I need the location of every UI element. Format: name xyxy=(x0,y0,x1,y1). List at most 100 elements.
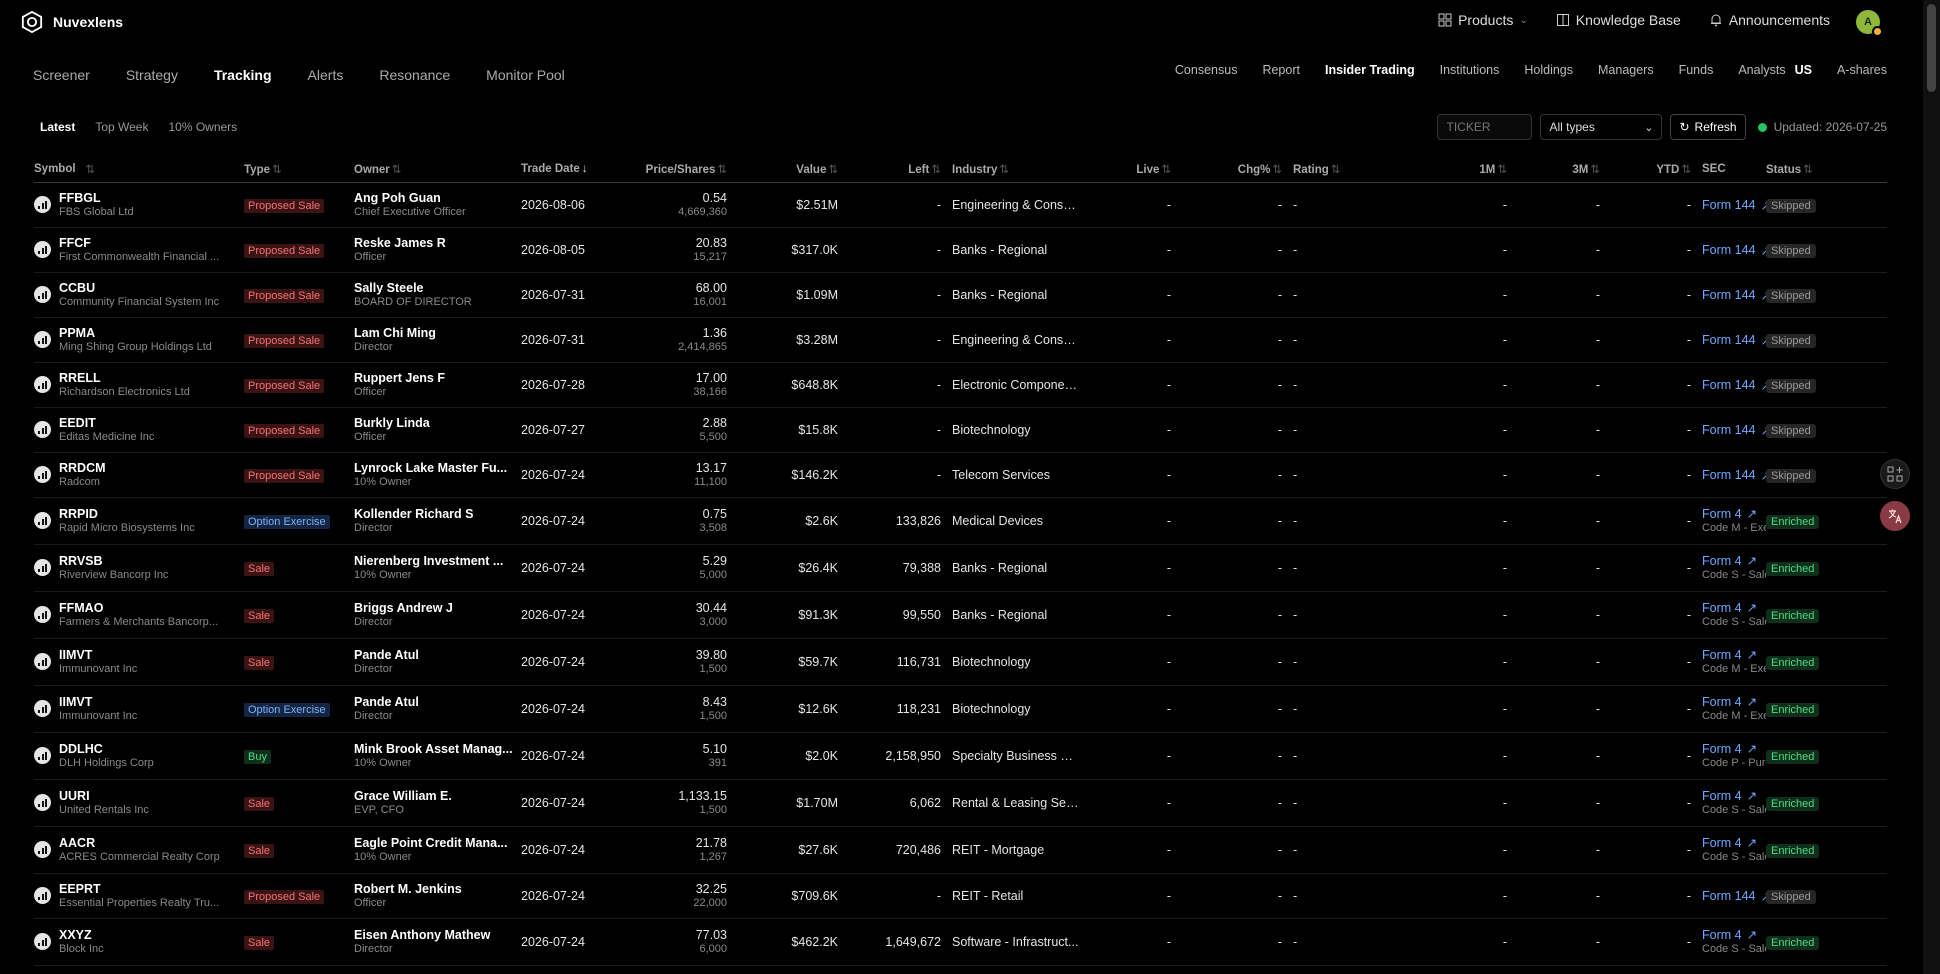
ticker-symbol[interactable]: RRDCM xyxy=(59,461,106,475)
ticker-symbol[interactable]: CCBU xyxy=(59,281,219,295)
owner-name[interactable]: Grace William E. xyxy=(354,789,521,803)
sec-form-link[interactable]: Form 144↗ xyxy=(1702,288,1766,303)
owner-name[interactable]: Pande Atul xyxy=(354,648,521,662)
col-value[interactable]: Value ⇅ xyxy=(727,162,838,176)
user-avatar[interactable]: A xyxy=(1856,10,1883,37)
ticker-symbol[interactable]: RRVSB xyxy=(59,554,168,568)
col-type[interactable]: Type ⇅ xyxy=(244,162,354,176)
sec-form-link[interactable]: Form 4 ↗ xyxy=(1702,601,1766,615)
subtab-insider-trading[interactable]: Insider Trading xyxy=(1325,63,1415,77)
table-row[interactable]: FFMAO Farmers & Merchants Bancorp... Sale… xyxy=(34,592,1887,639)
app-logo[interactable]: Nuvexlens xyxy=(21,11,123,33)
col-industry[interactable]: Industry ⇅ xyxy=(941,162,1079,176)
symbol-cell[interactable]: XXYZ Block Inc xyxy=(34,928,244,956)
symbol-cell[interactable]: PPMA Ming Shing Group Holdings Ltd xyxy=(34,326,244,354)
tab-alerts[interactable]: Alerts xyxy=(308,67,344,83)
ticker-symbol[interactable]: IIMVT xyxy=(59,695,137,709)
sec-form-link[interactable]: Form 144↗ xyxy=(1702,378,1766,393)
table-row[interactable]: IIMVT Immunovant Inc Option Exercise Pand… xyxy=(34,686,1887,733)
col-status[interactable]: Status ⇅ xyxy=(1766,162,1846,176)
owner-name[interactable]: Burkly Linda xyxy=(354,416,521,430)
col-price-shares[interactable]: Price/Shares ⇅ xyxy=(631,162,727,176)
subtab-report[interactable]: Report xyxy=(1262,63,1300,77)
col-1m[interactable]: 1M ⇅ xyxy=(1442,162,1507,176)
owner-name[interactable]: Ang Poh Guan xyxy=(354,191,521,205)
market-us[interactable]: US xyxy=(1795,63,1812,77)
col-trade-date[interactable]: Trade Date ↓ xyxy=(521,163,631,175)
sec-form-link[interactable]: Form 4 ↗ xyxy=(1702,836,1766,850)
ticker-symbol[interactable]: XXYZ xyxy=(59,928,104,942)
ticker-symbol[interactable]: IIMVT xyxy=(59,648,137,662)
symbol-cell[interactable]: EEPRT Essential Properties Realty Tru... xyxy=(34,882,244,910)
col-left[interactable]: Left ⇅ xyxy=(838,162,941,176)
table-row[interactable]: EEDIT Editas Medicine Inc Proposed Sale B… xyxy=(34,408,1887,453)
subtab-managers[interactable]: Managers xyxy=(1598,63,1654,77)
announcements-link[interactable]: Announcements xyxy=(1709,12,1830,28)
table-row[interactable]: FFBGL FBS Global Ltd Proposed Sale Ang Po… xyxy=(34,183,1887,228)
filter-latest[interactable]: Latest xyxy=(40,120,75,134)
table-row[interactable]: RRPID Rapid Micro Biosystems Inc Option E… xyxy=(34,498,1887,545)
table-row[interactable]: CCBU Community Financial System Inc Propo… xyxy=(34,273,1887,318)
owner-name[interactable]: Lynrock Lake Master Fu... xyxy=(354,461,521,475)
symbol-cell[interactable]: IIMVT Immunovant Inc xyxy=(34,695,244,723)
ticker-symbol[interactable]: FFMAO xyxy=(59,601,218,615)
sec-form-link[interactable]: Form 144↗ xyxy=(1702,243,1766,258)
subtab-institutions[interactable]: Institutions xyxy=(1440,63,1500,77)
table-row[interactable]: IIMVT Immunovant Inc Sale Pande Atul Direc… xyxy=(34,639,1887,686)
symbol-cell[interactable]: AACR ACRES Commercial Realty Corp xyxy=(34,836,244,864)
translate-float-button[interactable] xyxy=(1880,501,1910,531)
sec-form-link[interactable]: Form 4 ↗ xyxy=(1702,507,1766,521)
table-row[interactable]: RRDCM Radcom Proposed Sale Lynrock Lake M… xyxy=(34,453,1887,498)
symbol-cell[interactable]: FFCF First Commonwealth Financial ... xyxy=(34,236,244,264)
ticker-symbol[interactable]: EEDIT xyxy=(59,416,154,430)
knowledge-base-link[interactable]: Knowledge Base xyxy=(1556,12,1681,28)
table-row[interactable]: RRELL Richardson Electronics Ltd Proposed… xyxy=(34,363,1887,408)
owner-name[interactable]: Mink Brook Asset Manag... xyxy=(354,742,521,756)
owner-name[interactable]: Eisen Anthony Mathew xyxy=(354,928,521,942)
symbol-cell[interactable]: FFBGL FBS Global Ltd xyxy=(34,191,244,219)
tab-resonance[interactable]: Resonance xyxy=(379,67,450,83)
sec-form-link[interactable]: Form 144↗ xyxy=(1702,468,1766,483)
col-symbol[interactable]: Symbol ⇅ xyxy=(34,162,244,176)
subtab-funds[interactable]: Funds xyxy=(1679,63,1714,77)
sec-form-link[interactable]: Form 144↗ xyxy=(1702,198,1766,213)
sec-form-link[interactable]: Form 4 ↗ xyxy=(1702,648,1766,662)
col-live[interactable]: Live ⇅ xyxy=(1079,162,1171,176)
ticker-symbol[interactable]: AACR xyxy=(59,836,220,850)
owner-name[interactable]: Briggs Andrew J xyxy=(354,601,521,615)
sec-form-link[interactable]: Form 144↗ xyxy=(1702,889,1766,904)
sec-form-link[interactable]: Form 144↗ xyxy=(1702,423,1766,438)
products-menu[interactable]: Products ⌄ xyxy=(1438,12,1528,28)
symbol-cell[interactable]: RRELL Richardson Electronics Ltd xyxy=(34,371,244,399)
sec-form-link[interactable]: Form 4 ↗ xyxy=(1702,742,1766,756)
table-row[interactable]: UURI United Rentals Inc Sale Grace Willia… xyxy=(34,780,1887,827)
col-chg[interactable]: Chg% ⇅ xyxy=(1171,162,1282,176)
page-scrollbar[interactable] xyxy=(1923,0,1940,974)
ticker-input[interactable] xyxy=(1437,114,1533,140)
col-rating[interactable]: Rating ⇅ xyxy=(1282,162,1442,176)
subtab-holdings[interactable]: Holdings xyxy=(1524,63,1573,77)
owner-name[interactable]: Pande Atul xyxy=(354,695,521,709)
ticker-symbol[interactable]: RRELL xyxy=(59,371,190,385)
subtab-consensus[interactable]: Consensus xyxy=(1175,63,1238,77)
filter-10-owners[interactable]: 10% Owners xyxy=(168,120,237,134)
table-row[interactable]: EEPRT Essential Properties Realty Tru... … xyxy=(34,874,1887,919)
symbol-cell[interactable]: CCBU Community Financial System Inc xyxy=(34,281,244,309)
sec-form-link[interactable]: Form 4 ↗ xyxy=(1702,695,1766,709)
tab-screener[interactable]: Screener xyxy=(33,67,90,83)
col-3m[interactable]: 3M ⇅ xyxy=(1507,162,1600,176)
owner-name[interactable]: Kollender Richard S xyxy=(354,507,521,521)
symbol-cell[interactable]: RRDCM Radcom xyxy=(34,461,244,489)
tab-tracking[interactable]: Tracking xyxy=(214,67,272,83)
symbol-cell[interactable]: IIMVT Immunovant Inc xyxy=(34,648,244,676)
table-row[interactable]: XXYZ Block Inc Sale Eisen Anthony Mathew D… xyxy=(34,919,1887,966)
tab-monitor-pool[interactable]: Monitor Pool xyxy=(486,67,565,83)
sec-form-link[interactable]: Form 4 ↗ xyxy=(1702,554,1766,568)
owner-name[interactable]: Reske James R xyxy=(354,236,521,250)
ticker-symbol[interactable]: DDLHC xyxy=(59,742,154,756)
symbol-cell[interactable]: DDLHC DLH Holdings Corp xyxy=(34,742,244,770)
symbol-cell[interactable]: UURI United Rentals Inc xyxy=(34,789,244,817)
apps-float-button[interactable] xyxy=(1880,459,1910,489)
ticker-symbol[interactable]: EEPRT xyxy=(59,882,219,896)
owner-name[interactable]: Robert M. Jenkins xyxy=(354,882,521,896)
